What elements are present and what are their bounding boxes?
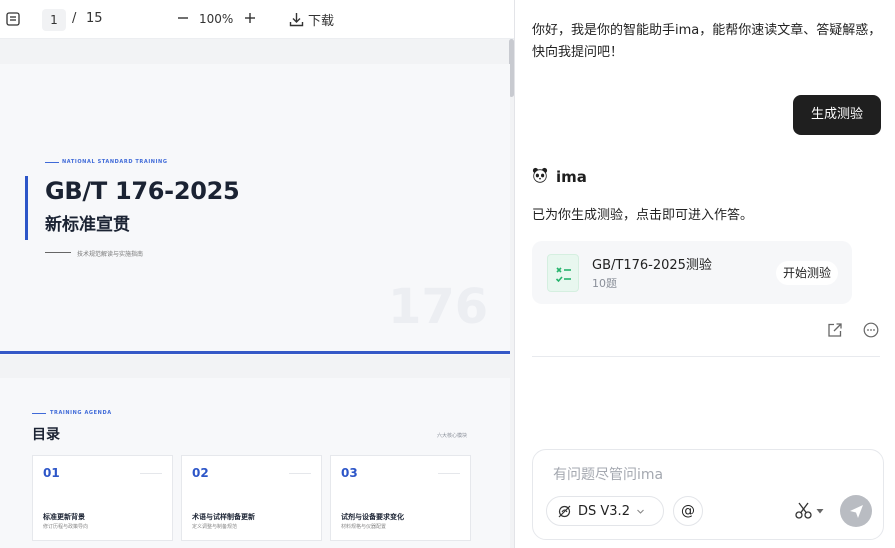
- agenda-subtitle: 定义调整与制备规范: [192, 524, 238, 530]
- share-icon[interactable]: [827, 322, 843, 342]
- page-separator: /: [72, 11, 77, 26]
- pdf-page-2: TRAINING AGENDA 目录 六大核心模块 01 标准更新背景 修订历程…: [0, 378, 510, 548]
- agenda-card: 02 术语与试样制备更新 定义调整与制备规范: [181, 455, 322, 541]
- slide-subtitle: 新标准宣贯: [45, 215, 130, 235]
- card-rule: [140, 473, 162, 474]
- page-total: 15: [86, 11, 103, 26]
- mention-button[interactable]: @: [673, 496, 703, 526]
- deep-think-off-icon: [558, 505, 571, 517]
- panda-avatar-icon: [532, 167, 548, 187]
- download-button[interactable]: 下载: [289, 10, 334, 29]
- quiz-card[interactable]: GB/T176-2025测验 10题 开始测验: [532, 241, 852, 304]
- accent-rule: [45, 162, 59, 163]
- assistant-reply: 已为你生成测验，点击即可进入作答。: [532, 208, 754, 223]
- accent-rule: [32, 413, 46, 414]
- agenda-number: 03: [341, 466, 358, 480]
- more-options-icon[interactable]: [863, 322, 879, 342]
- model-name: DS V3.2: [578, 503, 630, 519]
- chevron-down-icon: [637, 509, 644, 514]
- agenda-card: 03 试剂与设备要求变化 材料规格与仪器配置: [330, 455, 471, 541]
- agenda-subtitle: 材料规格与仪器配置: [341, 524, 387, 530]
- quiz-file-icon: [547, 254, 579, 292]
- download-label: 下载: [308, 14, 335, 29]
- assistant-greeting: 你好，我是你的智能助手ima，能帮你速读文章、答疑解惑，快向我提问吧！: [532, 23, 882, 60]
- agenda-subtitle: 修订历程与政策导向: [43, 524, 89, 530]
- zoom-out-icon[interactable]: [175, 10, 191, 26]
- slide-right-note: 六大核心模块: [437, 433, 468, 439]
- title-accent-bar: [25, 176, 28, 240]
- card-rule: [438, 473, 460, 474]
- caret-down-icon: [816, 509, 824, 514]
- send-button[interactable]: [840, 495, 872, 527]
- slide-watermark: 176: [388, 279, 489, 335]
- agenda-number: 01: [43, 466, 60, 480]
- card-rule: [289, 473, 311, 474]
- scissors-icon: [795, 502, 812, 519]
- agenda-card: 01 标准更新背景 修订历程与政策导向: [32, 455, 173, 541]
- quiz-title: GB/T176-2025测验: [592, 258, 712, 273]
- note-rule: [45, 252, 71, 253]
- pdf-page-1: NATIONAL STANDARD TRAINING GB/T 176-2025…: [0, 64, 510, 355]
- model-selector[interactable]: DS V3.2: [546, 496, 664, 526]
- sidebar-toggle-icon[interactable]: [6, 12, 20, 30]
- start-quiz-button[interactable]: 开始测验: [776, 261, 838, 285]
- app-root: 1 / 15 100% 下载 NATIONAL STANDARD TRAININ…: [0, 0, 895, 548]
- slide-tag: NATIONAL STANDARD TRAINING: [62, 159, 168, 165]
- message-divider: [532, 356, 880, 357]
- page-number-input[interactable]: 1: [42, 9, 66, 31]
- slide-tag: TRAINING AGENDA: [50, 410, 112, 416]
- download-icon: [289, 13, 304, 27]
- user-message-bubble: 生成测验: [793, 95, 881, 135]
- chat-panel: 你好，我是你的智能助手ima，能帮你速读文章、答疑解惑，快向我提问吧！ 生成测验…: [516, 0, 895, 548]
- assistant-name: ima: [556, 168, 587, 186]
- agenda-title: 术语与试样制备更新: [192, 513, 255, 521]
- agenda-title: 标准更新背景: [43, 513, 85, 521]
- send-icon: [849, 504, 863, 518]
- pdf-viewer: 1 / 15 100% 下载 NATIONAL STANDARD TRAININ…: [0, 0, 515, 548]
- slide-bottom-bar: [0, 351, 510, 354]
- pdf-toolbar: 1 / 15 100% 下载: [0, 0, 514, 39]
- zoom-in-icon[interactable]: [242, 10, 258, 26]
- slide-title: 目录: [32, 427, 60, 443]
- agenda-number: 02: [192, 466, 209, 480]
- chat-input[interactable]: 有问题尽管问ima: [553, 464, 663, 484]
- slide-title: GB/T 176-2025: [45, 177, 240, 205]
- quiz-count: 10题: [592, 277, 617, 290]
- slide-note: 技术规范解读与实施指南: [77, 251, 144, 258]
- agenda-title: 试剂与设备要求变化: [341, 513, 404, 521]
- zoom-level: 100%: [199, 12, 234, 26]
- assistant-header: ima: [532, 167, 587, 187]
- chat-composer: 有问题尽管问ima DS V3.2 @: [532, 449, 884, 540]
- clip-tool-button[interactable]: [794, 502, 824, 520]
